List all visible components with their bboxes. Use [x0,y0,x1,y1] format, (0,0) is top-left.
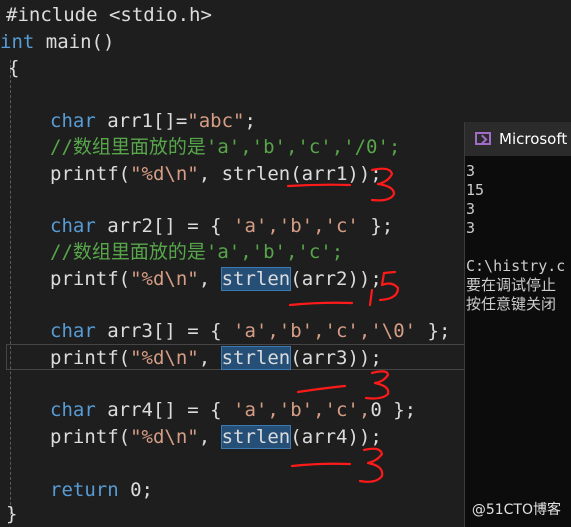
handwritten-15-5 [378,270,400,302]
underline-arr2 [288,301,354,307]
handwritten-3-line4 [358,447,384,483]
underline-arr1 [286,183,352,188]
handwritten-3-line1 [370,167,396,202]
watermark-text: @51CTO博客 [471,502,561,518]
handwritten-annotations [286,167,400,483]
handwritten-15-1 [368,288,374,307]
underline-arr4 [290,462,352,468]
underline-arr3 [296,384,347,394]
handwritten-3-line3 [364,370,390,400]
